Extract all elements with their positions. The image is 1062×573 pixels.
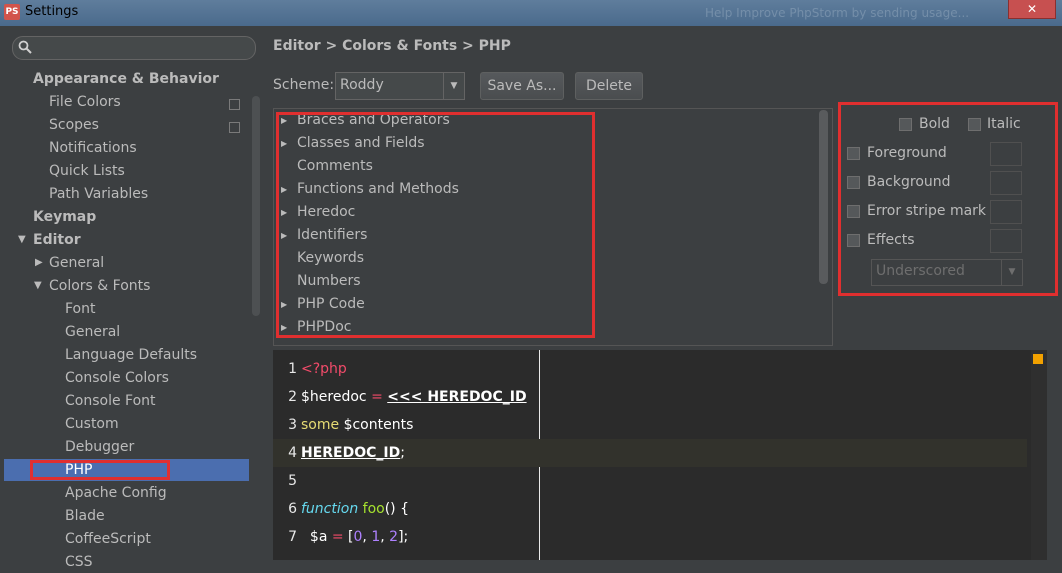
settings-dialog: Appearance & Behavior File Colors Scopes… (0, 26, 1062, 570)
tree-coffeescript[interactable]: CoffeeScript (65, 528, 151, 550)
error-stripe-marker[interactable] (1033, 354, 1043, 364)
categories-highlight-box (276, 112, 595, 338)
code-line-6: 6 function foo() { (288, 501, 409, 517)
tree-notifications[interactable]: Notifications (49, 137, 137, 159)
code-line-3: 3 some $contents (288, 417, 414, 433)
tree-console-colors[interactable]: Console Colors (65, 367, 169, 389)
tree-file-colors[interactable]: File Colors (49, 91, 121, 113)
scheme-value: Roddy (340, 77, 384, 93)
scheme-dropdown[interactable]: Roddy ▼ (335, 72, 465, 100)
tree-appearance-behavior[interactable]: Appearance & Behavior (33, 68, 219, 90)
tree-debugger[interactable]: Debugger (65, 436, 134, 458)
breadcrumb: Editor > Colors & Fonts > PHP (273, 38, 511, 54)
delete-button[interactable]: Delete (575, 72, 643, 100)
search-icon (18, 40, 32, 54)
code-line-2: 2 $heredoc = <<< HEREDOC_ID (288, 389, 527, 405)
tree-custom[interactable]: Custom (65, 413, 119, 435)
tree-font[interactable]: Font (65, 298, 95, 320)
title-bar: PS Settings Help Improve PhpStorm by sen… (0, 0, 1062, 26)
tree-scopes[interactable]: Scopes (49, 114, 99, 136)
tree-colors-fonts[interactable]: Colors & Fonts (49, 275, 150, 297)
code-line-7: 7 $a = [0, 1, 2]; (288, 529, 409, 545)
window-title: Settings (25, 4, 79, 19)
tree-console-font[interactable]: Console Font (65, 390, 156, 412)
project-copy-icon (229, 99, 240, 110)
settings-search-input[interactable] (12, 36, 256, 60)
tree-general[interactable]: General (49, 252, 104, 274)
code-line-4: 4 HEREDOC_ID; (273, 439, 1027, 467)
project-copy-icon (229, 122, 240, 133)
tree-scrollbar[interactable] (252, 96, 260, 316)
collapsed-arrow-icon[interactable]: ▶ (35, 257, 43, 268)
tree-apache-config[interactable]: Apache Config (65, 482, 167, 504)
code-line-5: 5 (288, 473, 297, 489)
category-scrollbar[interactable] (819, 110, 828, 284)
save-as-button[interactable]: Save As... (480, 72, 564, 100)
editor-scrollbar[interactable] (1031, 350, 1047, 560)
tree-blade[interactable]: Blade (65, 505, 105, 527)
php-highlight-box (30, 460, 170, 480)
tree-general-colors[interactable]: General (65, 321, 120, 343)
tree-language-defaults[interactable]: Language Defaults (65, 344, 197, 366)
close-window-button[interactable]: ✕ (1008, 0, 1056, 19)
tree-quick-lists[interactable]: Quick Lists (49, 160, 125, 182)
phpstorm-app-icon: PS (4, 4, 20, 20)
options-highlight-box (838, 102, 1058, 296)
code-line-1: 1 <?php (288, 361, 347, 377)
tree-editor[interactable]: Editor (33, 229, 81, 251)
settings-tree: Appearance & Behavior File Colors Scopes… (0, 64, 260, 570)
expanded-arrow-icon[interactable]: ▼ (34, 280, 42, 291)
code-preview[interactable]: 1 <?php 2 $heredoc = <<< HEREDOC_ID 3 some … (273, 350, 1047, 560)
scheme-label: Scheme: (273, 77, 335, 93)
tree-css[interactable]: CSS (65, 551, 93, 573)
background-window-text: Help Improve PhpStorm by sending usage..… (705, 6, 970, 20)
tree-keymap[interactable]: Keymap (33, 206, 96, 228)
tree-path-variables[interactable]: Path Variables (49, 183, 148, 205)
expanded-arrow-icon[interactable]: ▼ (18, 234, 26, 245)
chevron-down-icon: ▼ (443, 73, 464, 99)
